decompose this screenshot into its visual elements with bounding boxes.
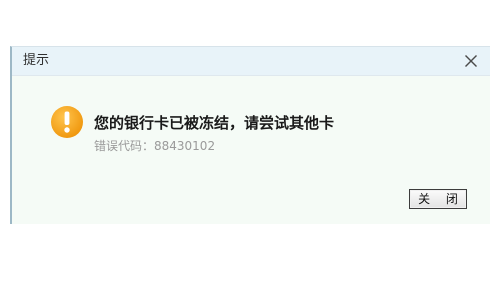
dialog-title: 提示 (23, 53, 50, 68)
error-message: 您的银行卡已被冻结，请尝试其他卡 (94, 114, 335, 132)
warning-icon (50, 105, 84, 139)
page: 提示 您的银行卡已被冻结，请尝试其他卡 错误代码：88430102 关 闭 (0, 0, 501, 290)
alert-dialog: 提示 您的银行卡已被冻结，请尝试其他卡 错误代码：88430102 关 闭 (10, 46, 490, 224)
close-button[interactable]: 关 闭 (409, 189, 467, 209)
dialog-titlebar: 提示 (12, 47, 490, 76)
error-code: 错误代码：88430102 (94, 139, 216, 153)
close-icon[interactable] (462, 52, 480, 70)
